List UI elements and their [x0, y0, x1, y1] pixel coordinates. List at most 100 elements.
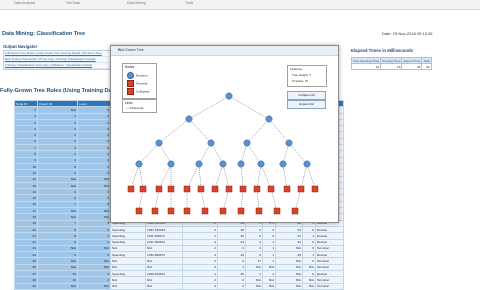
decision-node[interactable] — [195, 160, 203, 168]
decision-node[interactable] — [279, 160, 287, 168]
tree-link — [158, 118, 190, 144]
table-cell: Terminal — [315, 282, 344, 290]
table-cell: 3 — [182, 282, 218, 290]
terminal-node[interactable] — [225, 185, 233, 193]
elapsed-value: 12 — [350, 63, 382, 70]
decision-node[interactable] — [185, 115, 193, 123]
mouse-cursor-icon: ◔ — [268, 221, 272, 227]
terminal-node[interactable] — [237, 207, 245, 215]
tree-diagram — [127, 92, 319, 215]
terminal-node[interactable] — [127, 185, 135, 193]
tree-link — [256, 163, 262, 190]
full-grown-tree-dialog: Full-Grown Tree ✕ Nodes Decision Termina… — [110, 45, 339, 223]
tree-link — [300, 163, 308, 190]
elapsed-value: 62 — [421, 63, 432, 70]
decision-node[interactable] — [219, 160, 227, 168]
tree-link — [294, 188, 302, 212]
tree-link — [154, 188, 160, 212]
terminal-node[interactable] — [183, 207, 191, 215]
tree-link — [222, 188, 230, 212]
table-cell: N/A — [302, 282, 316, 290]
ribbon-tab[interactable]: Get Data — [66, 1, 80, 5]
terminal-node[interactable] — [219, 207, 227, 215]
decision-node[interactable] — [237, 160, 245, 168]
ribbon-tab[interactable]: Data Mining — [127, 1, 146, 5]
terminal-node[interactable] — [155, 185, 163, 193]
table-row: 29 N/A N/A N/A N/A 3 0 N/A N/A N/A N/A Terminal — [14, 282, 344, 290]
tree-link — [222, 163, 230, 190]
decision-node[interactable] — [167, 160, 175, 168]
terminal-node[interactable] — [311, 185, 319, 193]
terminal-node[interactable] — [211, 185, 219, 193]
terminal-node[interactable] — [291, 207, 299, 215]
output-navigator-heading: Output Navigator — [3, 44, 38, 49]
terminal-node[interactable] — [297, 185, 305, 193]
terminal-node[interactable] — [135, 207, 143, 215]
tree-link — [210, 142, 224, 165]
ribbon-tab[interactable]: Data Analysis — [14, 1, 35, 5]
tree-link — [186, 163, 200, 190]
tree-link — [188, 95, 230, 120]
tree-link — [188, 118, 212, 144]
table-cell: N/A — [275, 282, 303, 290]
report-date: Date: 29-Nov-2018 09:13:36 — [382, 31, 433, 36]
decision-node[interactable] — [265, 115, 273, 123]
decision-node[interactable] — [225, 92, 233, 100]
terminal-node[interactable] — [151, 207, 159, 215]
tree-link — [228, 95, 270, 120]
elapsed-times-table: Tree Growing Time Pruning Time Report Ti… — [350, 57, 432, 70]
rules-heading: Fully-Grown Tree Rules (Using Training D… — [0, 88, 119, 94]
tree-link — [270, 188, 278, 212]
table-cell: 29 — [14, 282, 38, 290]
tree-link — [282, 163, 288, 190]
table-cell: N/A — [37, 282, 78, 290]
decision-node[interactable] — [207, 139, 215, 147]
tree-link — [158, 163, 172, 190]
decision-node[interactable] — [285, 139, 293, 147]
tree-link — [246, 142, 262, 165]
ribbon-tab[interactable]: Tools — [185, 1, 193, 5]
terminal-node[interactable] — [167, 207, 175, 215]
output-navigator-links: Full Grown Tree Rules | Fully Grown Tree… — [3, 50, 112, 70]
decision-node[interactable] — [155, 139, 163, 147]
tree-link — [214, 163, 224, 190]
tree-link — [198, 163, 202, 190]
terminal-node[interactable] — [197, 185, 205, 193]
table-cell: N/A — [145, 282, 183, 290]
sheet-title: Data Mining: Classification Tree — [2, 31, 86, 37]
terminal-node[interactable] — [273, 207, 281, 215]
tree-link — [240, 163, 244, 190]
terminal-node[interactable] — [139, 185, 147, 193]
terminal-node[interactable] — [267, 185, 275, 193]
table-cell: N/A — [245, 282, 263, 290]
table-cell: N/A — [262, 282, 276, 290]
terminal-node[interactable] — [253, 185, 261, 193]
tree-link — [288, 142, 308, 165]
tree-link — [158, 142, 172, 165]
terminal-node[interactable] — [201, 207, 209, 215]
tree-link — [240, 188, 244, 212]
tree-link — [198, 142, 212, 165]
terminal-node[interactable] — [183, 185, 191, 193]
terminal-node[interactable] — [239, 185, 247, 193]
table-cell: N/A — [110, 282, 146, 290]
tree-link — [200, 188, 206, 212]
decision-node[interactable] — [243, 139, 251, 147]
decision-node[interactable] — [303, 160, 311, 168]
elapsed-value: 46 — [401, 63, 423, 70]
decision-node[interactable] — [257, 160, 265, 168]
terminal-node[interactable] — [255, 207, 263, 215]
elapsed-times-heading: Elapsed Times in Milliseconds — [351, 48, 414, 53]
nav-link[interactable]: Training: Classification Summary | Valid… — [4, 63, 111, 69]
tree-link — [256, 188, 260, 212]
terminal-node[interactable] — [283, 185, 291, 193]
decision-node[interactable] — [135, 160, 143, 168]
terminal-node[interactable] — [167, 185, 175, 193]
tree-link — [268, 118, 290, 144]
tree-link — [306, 163, 316, 190]
tree-link — [246, 118, 270, 144]
tree-link — [260, 163, 272, 190]
tree-link — [138, 163, 144, 190]
tree-link — [130, 163, 140, 190]
table-cell: 0 — [217, 282, 246, 290]
